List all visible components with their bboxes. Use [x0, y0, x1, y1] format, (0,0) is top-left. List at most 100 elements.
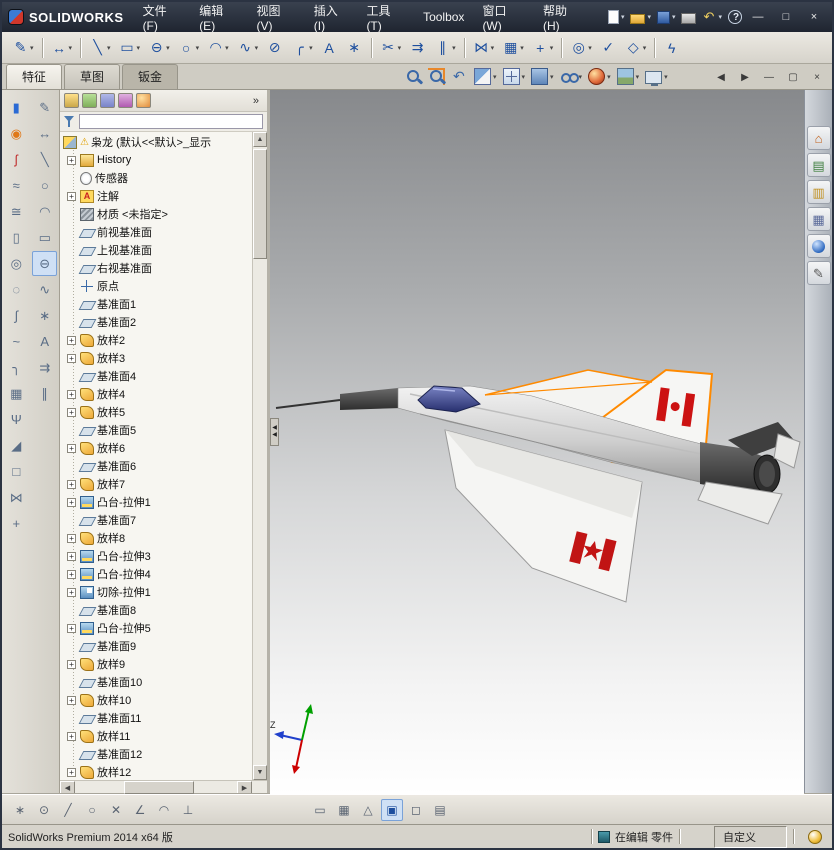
tree-item[interactable]: + 放样9 — [60, 655, 252, 673]
expander-icon[interactable]: + — [67, 731, 76, 741]
quick-tips-icon[interactable] — [808, 829, 822, 844]
slot-tool-button[interactable]: ⊖ — [32, 251, 58, 276]
menu-insert[interactable]: 插入(I) — [305, 2, 358, 33]
snap-quadrant-button[interactable]: ○ — [81, 799, 103, 821]
expander-icon[interactable]: + — [67, 587, 76, 597]
reference-geometry-button[interactable]: + — [4, 511, 29, 536]
tree-item[interactable]: + 凸台-拉伸3 — [60, 547, 252, 565]
undo-button[interactable]: ▾ — [700, 8, 724, 26]
rapid-sketch-button[interactable]: ϟ — [659, 35, 684, 61]
tree-item[interactable]: + 放样6 — [60, 439, 252, 457]
expander-icon[interactable]: + — [67, 569, 76, 579]
tree-item[interactable]: 右视基准面 — [60, 259, 252, 277]
tree-item[interactable]: + 凸台-拉伸4 — [60, 565, 252, 583]
snap-angle-button[interactable]: ∠ — [129, 799, 151, 821]
graphics-canvas[interactable]: Z — [270, 90, 804, 794]
expander-icon[interactable]: + — [67, 407, 76, 417]
tree-item[interactable]: 基准面1 — [60, 295, 252, 313]
tree-item[interactable]: 基准面2 — [60, 313, 252, 331]
restore-document-button[interactable]: ▢ — [782, 68, 804, 86]
snap-center-button[interactable]: ⊙ — [33, 799, 55, 821]
expander-icon[interactable]: + — [67, 695, 76, 705]
new-document-button[interactable]: ▾ — [606, 8, 627, 26]
tab-sheet-metal[interactable]: 钣金 — [122, 64, 179, 89]
feature-tree-filter-input[interactable] — [79, 114, 263, 129]
previous-document-button[interactable]: ◀ — [710, 68, 732, 86]
view-palette-button[interactable]: ▦ — [806, 207, 831, 231]
view-orientation-button[interactable]: ▾ — [500, 66, 529, 88]
text-button[interactable]: A — [317, 35, 342, 61]
sketch-fillet-button[interactable]: ╭ ▾ — [287, 35, 317, 61]
expander-icon[interactable]: + — [67, 389, 76, 399]
design-library-button[interactable]: ▤ — [806, 153, 831, 177]
display-style-button[interactable]: ▾ — [528, 66, 557, 88]
tree-item[interactable]: 基准面10 — [60, 673, 252, 691]
tree-item[interactable]: + 放样8 — [60, 529, 252, 547]
menu-tools[interactable]: 工具(T) — [357, 2, 414, 33]
propertymanager-tab[interactable] — [82, 93, 97, 108]
menu-file[interactable]: 文件(F) — [134, 2, 191, 33]
revolved-cut-button[interactable]: ◌ — [4, 277, 29, 302]
text-tool-button[interactable]: A — [32, 329, 57, 354]
tab-features[interactable]: 特征 — [6, 64, 63, 89]
expander-icon[interactable]: + — [67, 353, 76, 363]
expander-icon[interactable]: + — [67, 533, 76, 543]
minimize-document-button[interactable]: — — [758, 68, 780, 86]
custom-status-cell[interactable]: 自定义 — [714, 825, 787, 848]
tree-item[interactable]: 前视基准面 — [60, 223, 252, 241]
menu-edit[interactable]: 编辑(E) — [190, 2, 247, 33]
draft-button[interactable]: ◢ — [4, 433, 29, 458]
section-view-button[interactable]: ▾ — [471, 66, 500, 88]
rectangle-tool-button[interactable]: ▭ — [32, 225, 57, 250]
arc-button[interactable]: ◠ ▾ — [203, 35, 233, 61]
tree-item[interactable]: + 切除-拉伸1 — [60, 583, 252, 601]
tree-item[interactable]: 上视基准面 — [60, 241, 252, 259]
expander-icon[interactable]: + — [67, 335, 76, 345]
tree-horizontal-scrollbar[interactable]: ◀ ▶ — [60, 780, 267, 794]
plane-display-button[interactable]: ◻ — [405, 799, 427, 821]
linear-pattern-feature-button[interactable]: ▦ — [4, 381, 29, 406]
circle-button[interactable]: ○ ▾ — [174, 35, 204, 61]
save-button[interactable]: ▾ — [655, 9, 678, 26]
tree-item[interactable]: 基准面12 — [60, 745, 252, 763]
tree-item[interactable]: 基准面6 — [60, 457, 252, 475]
tree-item[interactable]: 基准面7 — [60, 511, 252, 529]
line-tool-button[interactable]: ╲ — [32, 147, 57, 172]
zoom-fit-button[interactable] — [402, 66, 425, 88]
slot-button[interactable]: ⊖ ▾ — [144, 35, 174, 61]
line-button[interactable]: ╲ ▾ — [85, 35, 115, 61]
tree-item[interactable]: + 放样11 — [60, 727, 252, 745]
panel-overflow-chevron[interactable]: » — [249, 95, 263, 107]
expander-icon[interactable]: + — [67, 767, 76, 777]
scroll-thumb-h[interactable] — [123, 781, 194, 794]
scroll-thumb[interactable] — [253, 149, 267, 259]
smart-dimension-button[interactable]: ↔ ▾ — [47, 35, 77, 61]
convert-tool-button[interactable]: ⇉ — [32, 355, 57, 380]
help-button[interactable] — [726, 8, 744, 26]
ellipse-button[interactable]: ⊘ — [262, 35, 287, 61]
menu-window[interactable]: 窗口(W) — [473, 2, 534, 33]
swept-cut-button[interactable]: ∫ — [4, 303, 29, 328]
expander-icon[interactable]: + — [67, 551, 76, 561]
rectangle-button[interactable]: ▭ ▾ — [115, 35, 145, 61]
custom-properties-button[interactable]: ✎ — [806, 261, 831, 285]
tree-item[interactable]: + 凸台-拉伸1 — [60, 493, 252, 511]
spline-button[interactable]: ∿ ▾ — [233, 35, 263, 61]
displaymanager-tab[interactable] — [136, 93, 151, 108]
scroll-down-arrow[interactable]: ▼ — [253, 765, 267, 780]
sketch-button[interactable]: ✎ ▾ — [8, 35, 38, 61]
trim-entities-button[interactable]: ✂ ▾ — [376, 35, 406, 61]
featuremanager-tab[interactable] — [64, 93, 79, 108]
lofted-boss-button[interactable]: ≈ — [4, 173, 29, 198]
close-document-button[interactable]: × — [806, 68, 828, 86]
shaded-mode-button[interactable]: ▣ — [381, 798, 403, 821]
point-tool-button[interactable]: ∗ — [32, 303, 57, 328]
smart-dimension-tool-button[interactable]: ↔ — [32, 121, 57, 146]
jf17-jet-model[interactable] — [275, 368, 801, 603]
maximize-button[interactable]: □ — [772, 7, 800, 27]
snap-arc-button[interactable]: ◠ — [153, 799, 175, 821]
solidworks-resources-button[interactable]: ⌂ — [806, 126, 831, 150]
print-button[interactable] — [679, 9, 698, 26]
display-relations-button[interactable]: ◎ ▾ — [566, 35, 596, 61]
open-document-button[interactable]: ▾ — [628, 9, 653, 26]
